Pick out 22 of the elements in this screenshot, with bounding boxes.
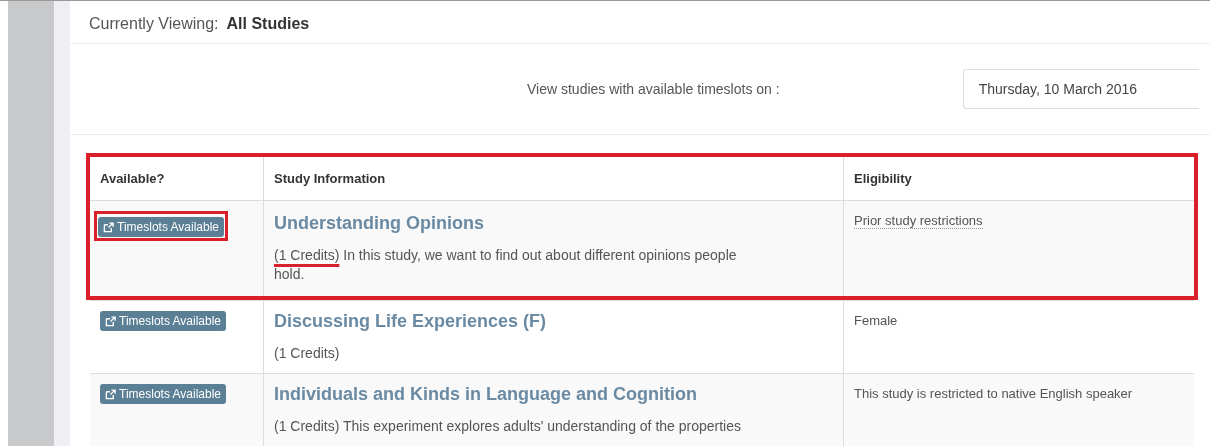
external-link-icon <box>105 388 116 400</box>
study-title-link[interactable]: Individuals and Kinds in Language and Cognition <box>274 384 833 405</box>
date-filter-label: View studies with available timeslots on : <box>527 81 780 98</box>
timeslots-button[interactable]: Timeslots Available <box>98 217 225 237</box>
eligibility-text: Female <box>854 313 898 328</box>
study-description: (1 Credits) In this study, we want to find out about different opinions people hold. <box>274 246 738 284</box>
column-header: Eligibility <box>854 171 912 186</box>
study-description: (1 Credits) <box>274 344 341 363</box>
column-header: Study Information <box>274 171 386 186</box>
eligibility-text: Prior study restrictions <box>854 213 983 229</box>
timeslots-button[interactable]: Timeslots Available <box>100 311 227 331</box>
viewing-label: Currently Viewing: <box>89 15 219 34</box>
external-link-icon <box>105 315 116 327</box>
study-title-link[interactable]: Understanding Opinions <box>274 213 833 234</box>
timeslots-button[interactable]: Timeslots Available <box>100 384 227 404</box>
eligibility-text: This study is restricted to native English speaker <box>854 386 1133 401</box>
external-link-icon <box>103 221 114 233</box>
study-title-link[interactable]: Discussing Life Experiences (F) <box>274 311 833 332</box>
column-header: Available? <box>100 171 165 186</box>
viewing-value: All Studies <box>226 15 310 34</box>
study-description: (1 Credits) This experiment explores adults' understanding of the properties <box>274 417 742 436</box>
date-field[interactable]: Thursday, 10 March 2016 <box>962 69 1199 110</box>
